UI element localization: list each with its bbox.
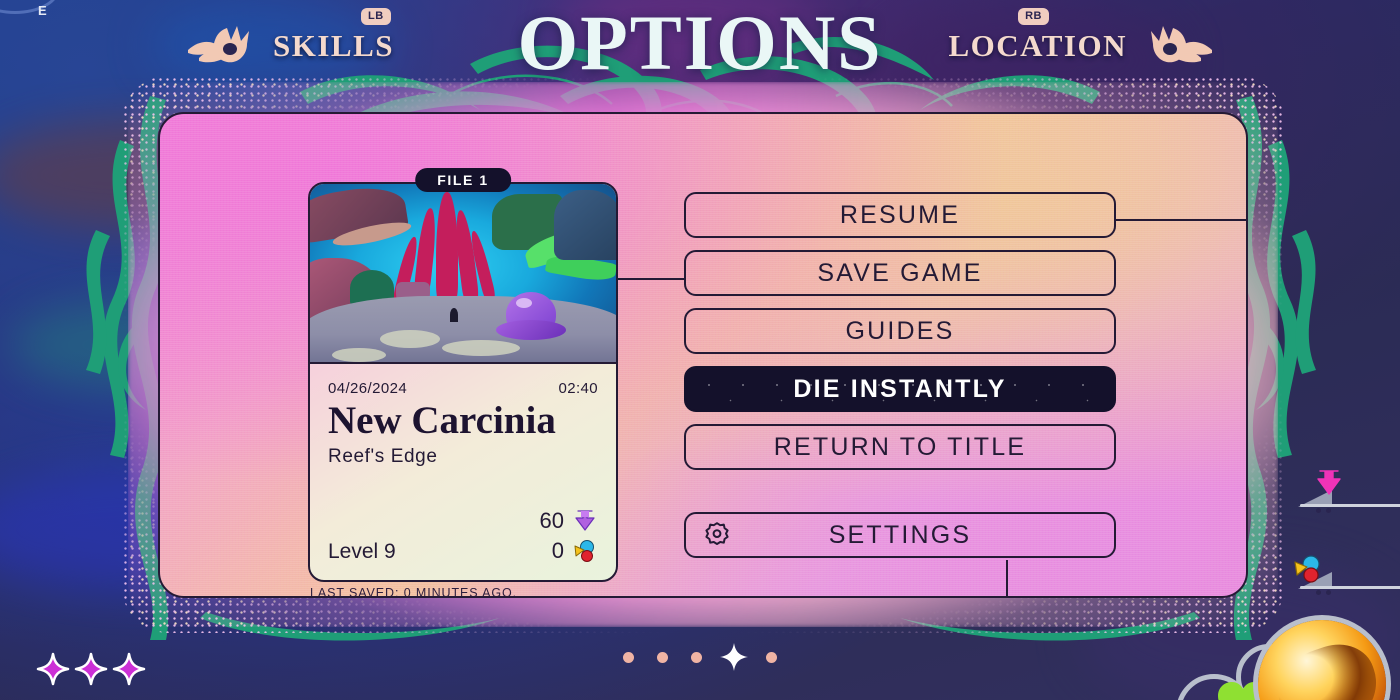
location-label: LOCATION [948, 28, 1127, 63]
fire-orb-icon [1258, 620, 1386, 700]
stat-row: 0 [540, 536, 598, 566]
menu-button-die-instantly[interactable]: DIE INSTANTLY [684, 366, 1116, 412]
hud-status-cluster [1170, 604, 1400, 700]
hud-star-counter [36, 652, 146, 686]
panel-surface: FILE 1 04/26/2024 02:40 New Carcinia Ree… [158, 112, 1248, 598]
card-meta-row: 04/26/2024 02:40 [328, 380, 598, 397]
last-saved-text: LAST SAVED: 0 MINUTES AGO. [310, 586, 518, 598]
menu-label: SETTINGS [828, 520, 972, 549]
pink-shell-icon [1317, 470, 1341, 495]
page-dot[interactable] [766, 651, 777, 663]
card-screenshot-thumbnail [310, 184, 616, 364]
menu-label: RETURN TO TITLE [773, 432, 1027, 461]
stat-row: 60 [540, 506, 598, 536]
skills-label: SKILLS [273, 28, 395, 63]
meter-node [1316, 590, 1321, 595]
gear-icon [705, 522, 729, 545]
page-dot[interactable] [623, 651, 634, 663]
page-dot[interactable] [657, 651, 668, 663]
hud-meter-orbs [1240, 552, 1400, 608]
card-surface: 04/26/2024 02:40 New Carcinia Reef's Edg… [308, 182, 618, 582]
meter-node [1326, 590, 1331, 595]
stat-value: 60 [539, 508, 564, 533]
save-date: 04/26/2024 [328, 380, 408, 397]
options-panel: FILE 1 04/26/2024 02:40 New Carcinia Ree… [122, 76, 1284, 633]
purple-shell-icon [575, 510, 595, 531]
four-point-star-icon [112, 652, 146, 686]
menu-button-save-game[interactable]: SAVE GAME [684, 250, 1116, 296]
four-point-star-icon [36, 652, 70, 686]
orb-swirl [1267, 634, 1386, 700]
connector-line-resume-to-edge [1114, 219, 1246, 221]
bumper-badge-rb: RB [1018, 8, 1049, 26]
colored-orbs-icon [1294, 555, 1320, 583]
claw-icon [188, 26, 249, 63]
colored-orbs-icon [574, 540, 594, 562]
location-shortcut[interactable]: RB LOCATION [948, 8, 1215, 68]
options-menu: RESUME SAVE GAME GUIDES DIE INSTANTLY RE… [684, 192, 1116, 570]
meter-line [1300, 586, 1400, 589]
skills-shortcut[interactable]: LB SKILLS [185, 8, 395, 68]
menu-button-return-to-title[interactable]: RETURN TO TITLE [684, 424, 1116, 470]
menu-label: RESUME [839, 200, 961, 229]
four-point-star-icon[interactable] [719, 642, 749, 672]
hud-meter-shell [1240, 470, 1400, 526]
save-title: New Carcinia [328, 399, 556, 442]
menu-label: SAVE GAME [817, 258, 983, 287]
page-dot[interactable] [691, 651, 702, 663]
menu-button-guides[interactable]: GUIDES [684, 308, 1116, 354]
meter-node [1326, 508, 1331, 513]
menu-label: GUIDES [845, 316, 955, 345]
four-point-star-icon [74, 652, 108, 686]
save-area: Reef's Edge [328, 445, 438, 467]
meter-node [1316, 508, 1321, 513]
save-level: Level 9 [328, 540, 396, 563]
meter-line [1300, 504, 1400, 507]
save-stats: 60 0 [540, 506, 598, 566]
card-details: 04/26/2024 02:40 New Carcinia Reef's Edg… [310, 364, 616, 580]
menu-button-resume[interactable]: RESUME [684, 192, 1116, 238]
save-playtime: 02:40 [558, 380, 598, 397]
menu-button-settings[interactable]: SETTINGS [684, 512, 1116, 558]
bumper-badge-lb: LB [361, 8, 391, 26]
file-tab-label: FILE 1 [415, 168, 511, 192]
stat-value: 0 [551, 538, 564, 563]
claw-icon [1151, 26, 1212, 63]
hud-meters [1240, 470, 1400, 608]
menu-label: DIE INSTANTLY [793, 374, 1007, 403]
save-file-card[interactable]: FILE 1 04/26/2024 02:40 New Carcinia Ree… [304, 168, 622, 586]
